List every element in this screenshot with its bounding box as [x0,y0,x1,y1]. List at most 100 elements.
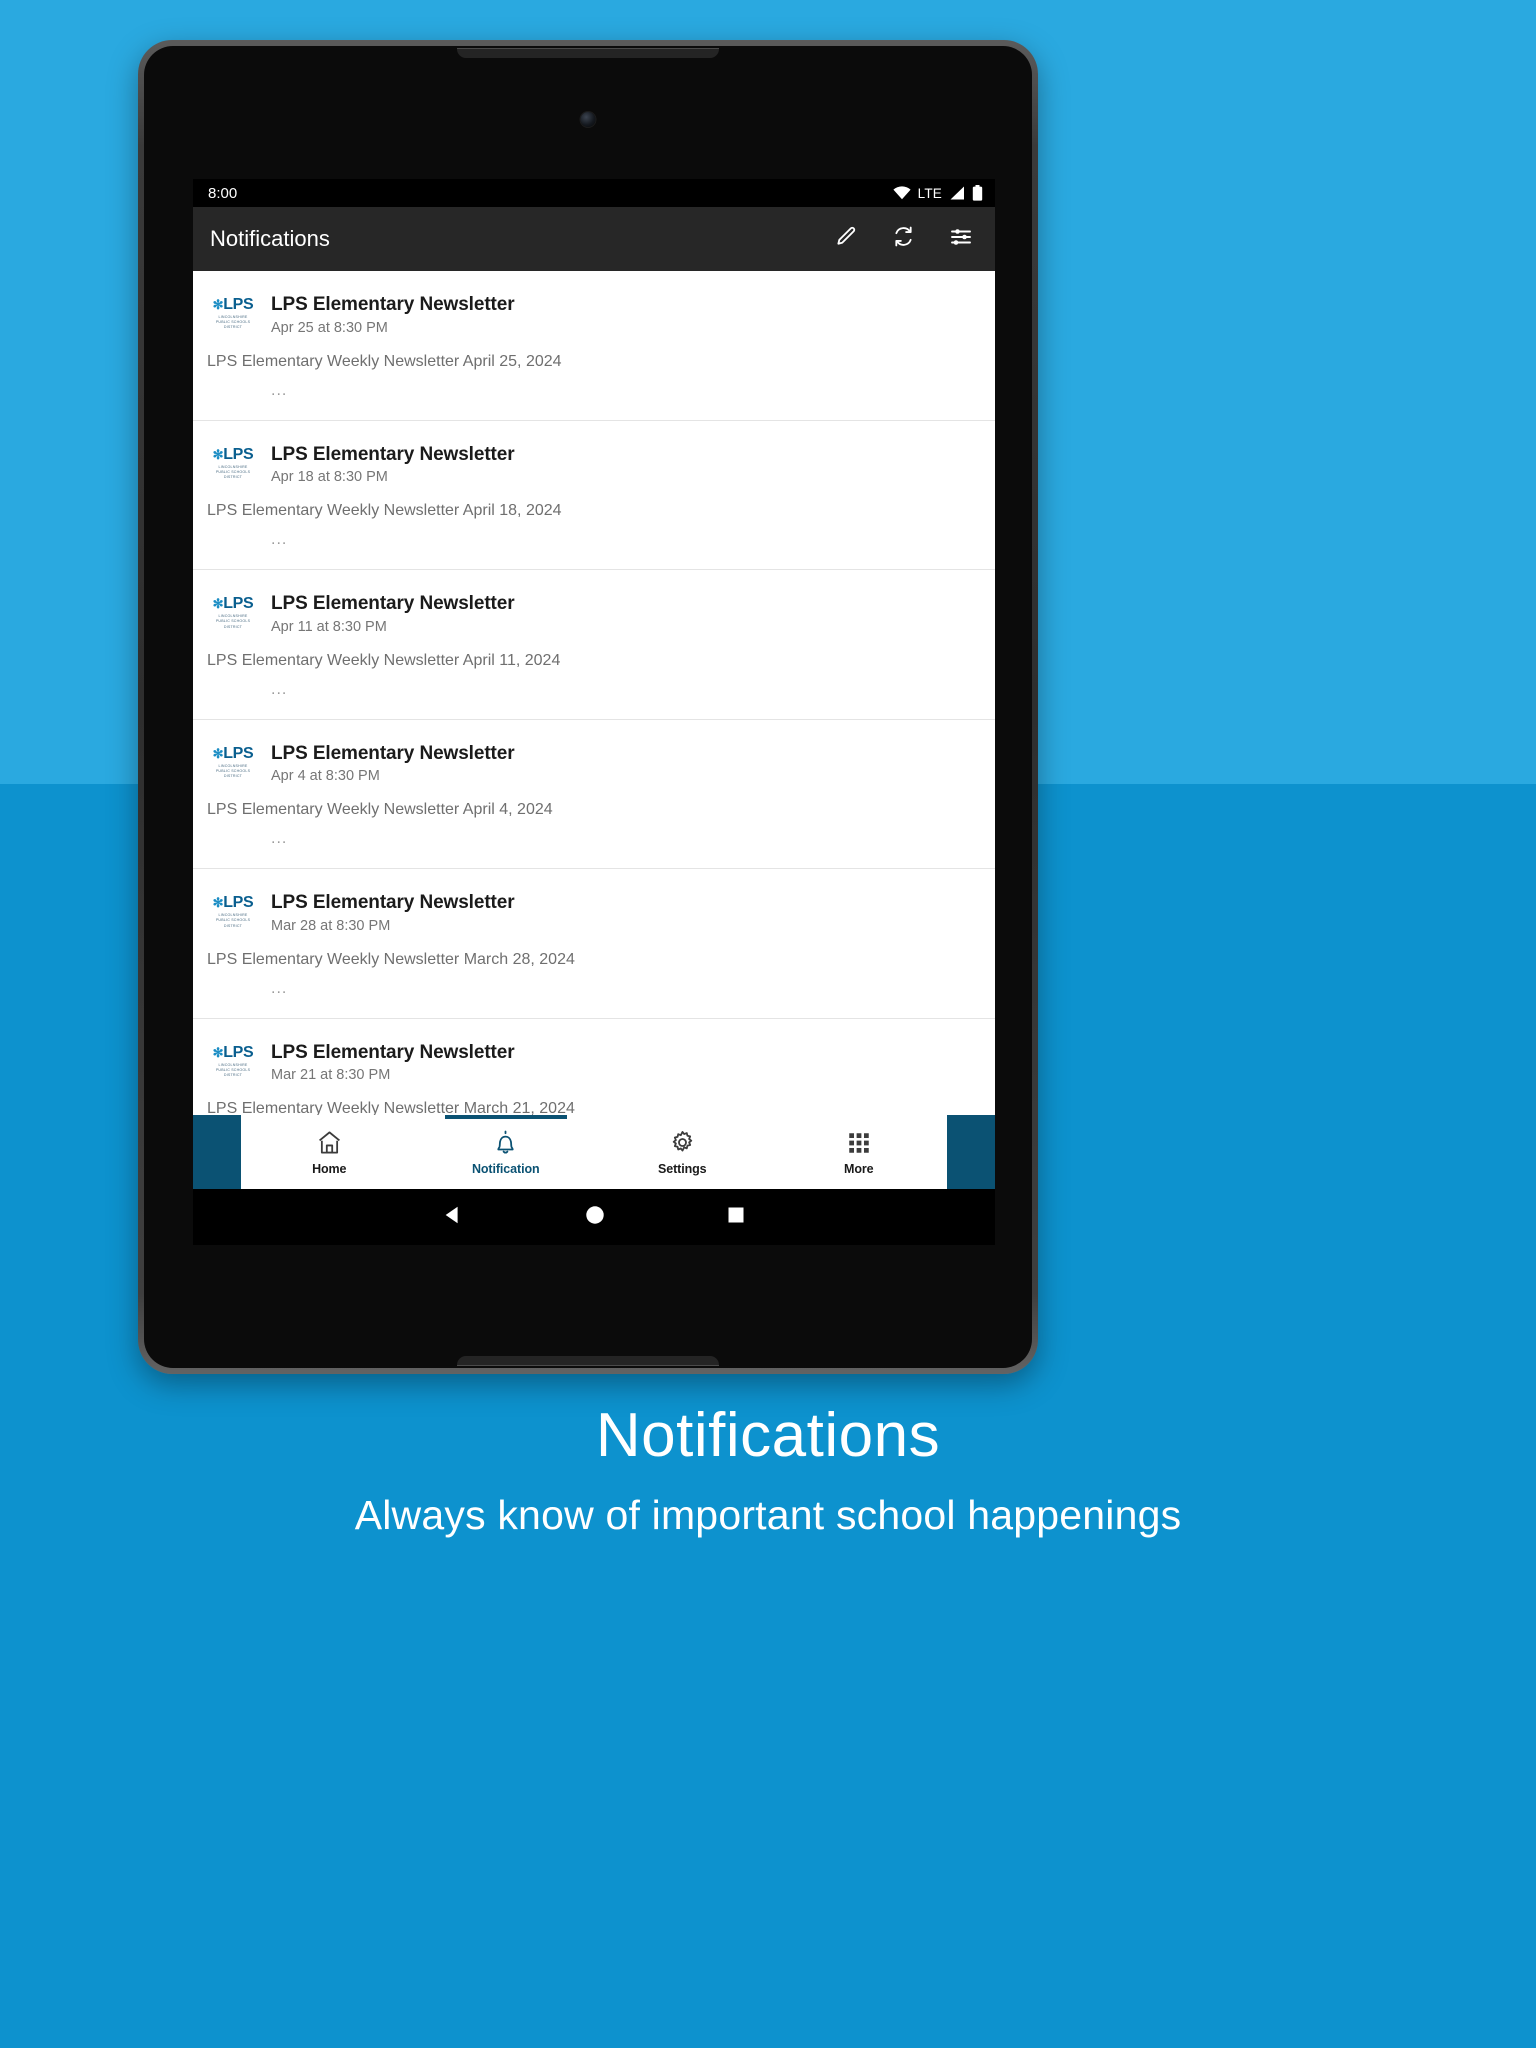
nav-label-notification: Notification [471,1161,540,1176]
lps-logo-mark: ✻LPS [212,1043,254,1061]
lps-logo: ✻LPS LINCOLNSHIRE PUBLIC SCHOOLS DISTRICT [207,592,259,630]
refresh-icon[interactable] [892,225,915,253]
app-bar-actions [835,225,977,254]
list-item-timestamp: Apr 18 at 8:30 PM [271,469,388,486]
signal-icon [949,186,965,200]
list-item-text: LPS Elementary Newsletter Apr 4 at 8:30 … [271,742,977,785]
list-item-ellipsis[interactable]: ... [207,681,977,699]
lps-logo-subtext: LINCOLNSHIRE PUBLIC SCHOOLS DISTRICT [215,1062,251,1078]
speaker-grill-top [457,48,719,58]
list-item-header: ✻LPS LINCOLNSHIRE PUBLIC SCHOOLS DISTRICT … [207,293,977,336]
lps-logo-mark: ✻LPS [212,894,254,912]
android-system-bar [193,1189,995,1245]
list-item-body: LPS Elementary Weekly Newsletter April 2… [207,352,562,370]
recents-button[interactable] [726,1205,746,1230]
home-button[interactable] [584,1204,606,1231]
nav-item-notification[interactable]: Notification [418,1115,595,1189]
list-item[interactable]: ✻LPS LINCOLNSHIRE PUBLIC SCHOOLS DISTRICT … [193,271,995,421]
list-item[interactable]: ✻LPS LINCOLNSHIRE PUBLIC SCHOOLS DISTRICT … [193,720,995,870]
lps-logo: ✻LPS LINCOLNSHIRE PUBLIC SCHOOLS DISTRICT [207,293,259,331]
speaker-grill-bottom [457,1356,719,1366]
list-item-ellipsis[interactable]: ... [207,980,977,998]
nav-label-more: More [844,1161,874,1176]
list-item-body: LPS Elementary Weekly Newsletter March 2… [207,950,575,968]
caption-title: Notifications [595,1401,941,1470]
lps-logo: ✻LPS LINCOLNSHIRE PUBLIC SCHOOLS DISTRICT [207,891,259,929]
list-item-timestamp: Mar 21 at 8:30 PM [271,1067,391,1084]
list-item-ellipsis[interactable]: ... [207,382,977,400]
bell-icon [492,1129,519,1157]
list-item-header: ✻LPS LINCOLNSHIRE PUBLIC SCHOOLS DISTRICT … [207,891,977,934]
list-item-text: LPS Elementary Newsletter Apr 25 at 8:30… [271,293,977,336]
battery-icon [972,185,983,201]
list-item-text: LPS Elementary Newsletter Mar 28 at 8:30… [271,891,977,934]
list-item-text: LPS Elementary Newsletter Apr 11 at 8:30… [271,592,977,635]
snowflake-icon: ✻ [212,596,224,612]
list-item-body: LPS Elementary Weekly Newsletter April 1… [207,502,562,520]
lps-logo: ✻LPS LINCOLNSHIRE PUBLIC SCHOOLS DISTRICT [207,1041,259,1079]
tablet-device-frame: 8:00 LTE Notifications ✻LPS LINCOLNSHIRE… [138,40,1038,1374]
list-item-header: ✻LPS LINCOLNSHIRE PUBLIC SCHOOLS DISTRICT … [207,592,977,635]
device-screen: 8:00 LTE Notifications ✻LPS LINCOLNSHIRE… [193,179,995,1245]
snowflake-icon: ✻ [212,446,224,462]
lps-logo-subtext: LINCOLNSHIRE PUBLIC SCHOOLS DISTRICT [215,315,251,330]
nav-item-settings[interactable]: Settings [594,1115,771,1189]
home-icon [316,1129,343,1157]
lps-logo-mark: ✻LPS [212,744,254,762]
caption-subtitle: Always know of important school happenin… [354,1492,1182,1539]
list-item-body: LPS Elementary Weekly Newsletter April 1… [207,651,561,669]
lps-logo-subtext: LINCOLNSHIRE PUBLIC SCHOOLS DISTRICT [215,614,251,629]
caption: Notifications Always know of important s… [0,1400,1536,1540]
front-camera [580,112,596,127]
list-item-header: ✻LPS LINCOLNSHIRE PUBLIC SCHOOLS DISTRICT … [207,1041,977,1084]
list-item[interactable]: ✻LPS LINCOLNSHIRE PUBLIC SCHOOLS DISTRICT … [193,421,995,571]
lps-logo-mark: ✻LPS [212,595,254,613]
back-button[interactable] [442,1204,464,1231]
list-item-body: LPS Elementary Weekly Newsletter March 2… [207,1100,575,1115]
list-item-title: LPS Elementary Newsletter [271,294,515,315]
device-bezel: 8:00 LTE Notifications ✻LPS LINCOLNSHIRE… [144,46,1032,1368]
list-item-ellipsis[interactable]: ... [207,531,977,549]
grid-icon [846,1129,872,1157]
nav-spacer-right [947,1115,995,1189]
list-item-timestamp: Apr 25 at 8:30 PM [271,319,388,336]
lps-logo-mark: ✻LPS [212,296,254,313]
list-item-title: LPS Elementary Newsletter [271,1041,515,1063]
lps-logo-subtext: LINCOLNSHIRE PUBLIC SCHOOLS DISTRICT [215,913,251,928]
lps-logo: ✻LPS LINCOLNSHIRE PUBLIC SCHOOLS DISTRICT [207,443,259,481]
notification-list[interactable]: ✻LPS LINCOLNSHIRE PUBLIC SCHOOLS DISTRICT … [193,271,995,1115]
lps-logo: ✻LPS LINCOLNSHIRE PUBLIC SCHOOLS DISTRICT [207,742,259,780]
lps-logo-mark: ✻LPS [212,445,254,463]
filter-icon[interactable] [949,225,973,254]
snowflake-icon: ✻ [212,745,224,761]
list-item[interactable]: ✻LPS LINCOLNSHIRE PUBLIC SCHOOLS DISTRICT … [193,1019,995,1115]
gear-icon [669,1129,696,1157]
status-time: 8:00 [208,184,238,202]
bottom-navigation: Home Notification Settings More [193,1115,995,1189]
list-item-header: ✻LPS LINCOLNSHIRE PUBLIC SCHOOLS DISTRICT … [207,443,977,486]
status-network-label: LTE [917,185,942,201]
list-item-timestamp: Apr 11 at 8:30 PM [271,618,387,635]
nav-spacer-left [193,1115,241,1189]
list-item-text: LPS Elementary Newsletter Apr 18 at 8:30… [271,443,977,486]
status-indicators: LTE [893,185,983,201]
list-item-timestamp: Mar 28 at 8:30 PM [271,917,391,934]
nav-item-home[interactable]: Home [241,1115,418,1189]
compose-icon[interactable] [835,225,858,253]
lps-logo-subtext: LINCOLNSHIRE PUBLIC SCHOOLS DISTRICT [215,763,251,779]
list-item-body: LPS Elementary Weekly Newsletter April 4… [207,801,553,819]
nav-label-home: Home [312,1161,347,1176]
lps-logo-subtext: LINCOLNSHIRE PUBLIC SCHOOLS DISTRICT [215,464,251,479]
snowflake-icon: ✻ [212,297,224,312]
page-title: Notifications [210,226,330,251]
nav-item-more[interactable]: More [771,1115,948,1189]
app-bar: Notifications [193,207,995,271]
status-bar: 8:00 LTE [193,179,995,207]
list-item[interactable]: ✻LPS LINCOLNSHIRE PUBLIC SCHOOLS DISTRICT … [193,869,995,1019]
list-item-text: LPS Elementary Newsletter Mar 21 at 8:30… [271,1041,977,1084]
list-item-title: LPS Elementary Newsletter [271,443,515,465]
wifi-icon [893,186,911,200]
list-item-ellipsis[interactable]: ... [207,830,977,848]
list-item[interactable]: ✻LPS LINCOLNSHIRE PUBLIC SCHOOLS DISTRICT … [193,570,995,720]
list-item-title: LPS Elementary Newsletter [271,593,515,615]
